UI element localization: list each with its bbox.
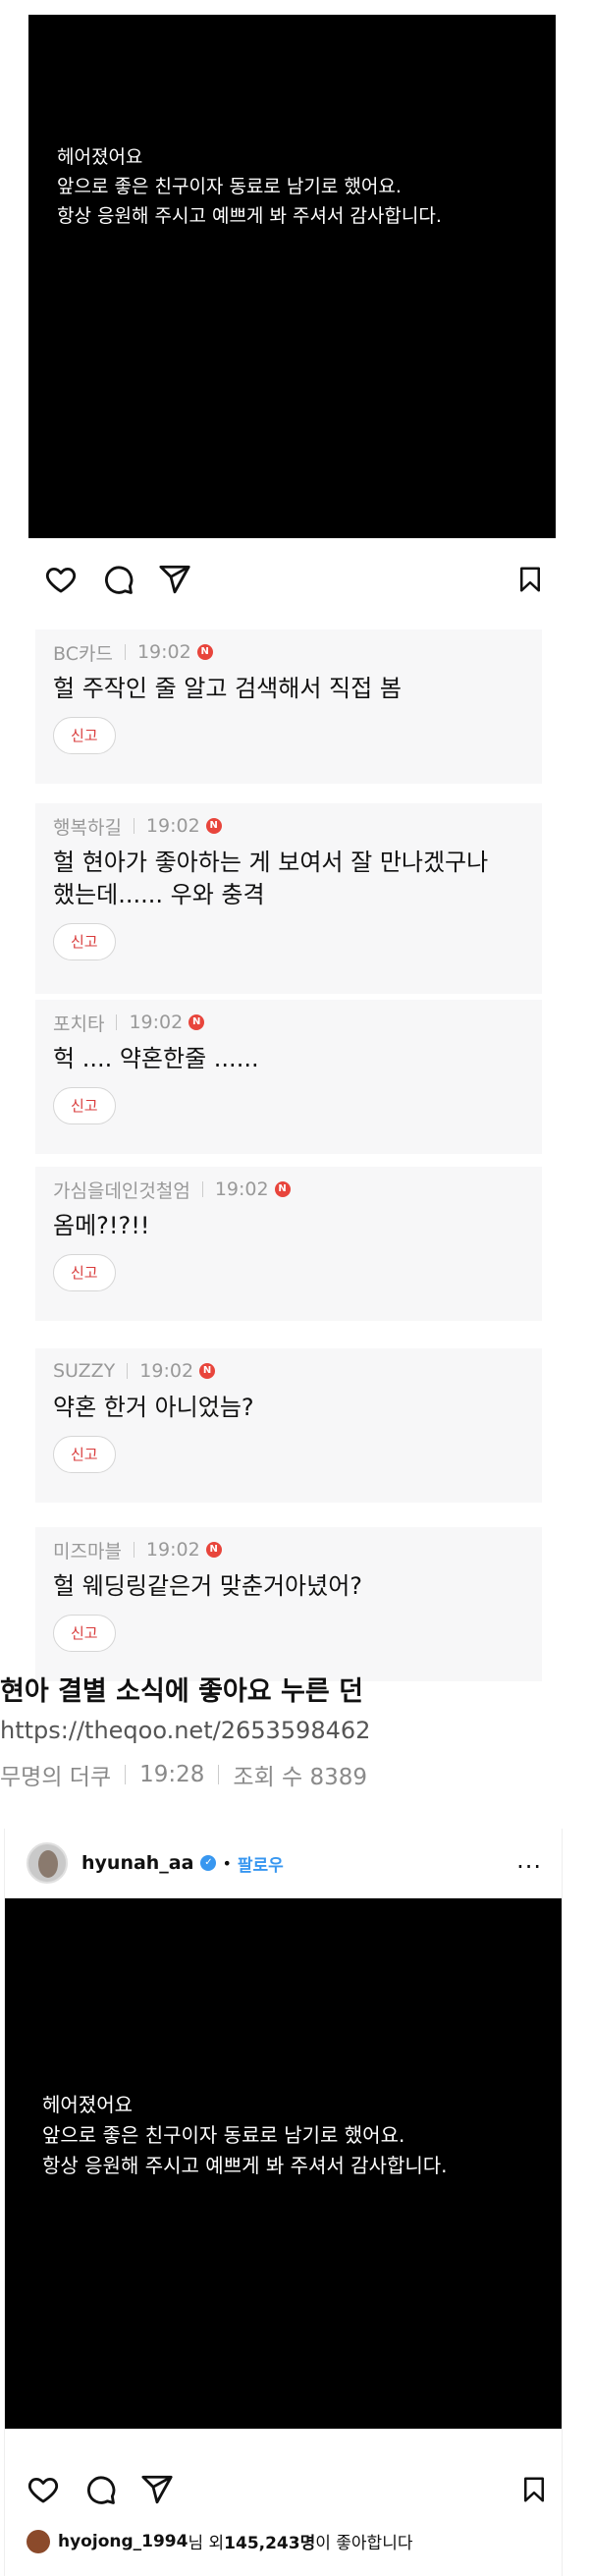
comment-text: 헐 현아가 좋아하는 게 보여서 잘 만나겠구나 했는데...... 우와 충격	[53, 847, 524, 911]
separator-dot: •	[222, 1853, 232, 1873]
avatar[interactable]	[27, 1842, 68, 1884]
comment-text: 헐 주작인 줄 알고 검색해서 직접 봄	[53, 675, 402, 702]
bookmark-icon[interactable]	[515, 563, 545, 596]
likes-summary[interactable]: hyojong_1994 님 외 145,243명 이 좋아합니다	[27, 2529, 412, 2553]
username[interactable]: hyunah_aa	[81, 1852, 193, 1874]
report-button[interactable]: 신고	[53, 1087, 116, 1124]
post-line-2: 앞으로 좋은 친구이자 동료로 남기로 했어요.	[42, 2123, 405, 2147]
new-badge-icon: N	[205, 1542, 222, 1558]
new-badge-icon: N	[205, 818, 222, 834]
comment-time: 19:02	[145, 815, 200, 837]
likes-tail: 이 좋아합니다	[315, 2534, 413, 2553]
heart-icon[interactable]	[44, 563, 78, 596]
article-url[interactable]: https://theqoo.net/2653598462	[0, 1717, 370, 1744]
comment-time: 19:02	[136, 641, 191, 663]
article-title[interactable]: 현아 결별 소식에 좋아요 누른 던	[0, 1670, 363, 1708]
comment-time: 19:02	[129, 1012, 184, 1033]
report-button[interactable]: 신고	[53, 1436, 116, 1473]
post-actions-embed	[27, 2473, 547, 2506]
comment-item: 행복하길 19:02 N 헐 현아가 좋아하는 게 보여서 잘 만나겠구나 했는데.…	[35, 803, 542, 994]
comment-author: SUZZY	[53, 1360, 116, 1382]
post-line-1: 헤어졌어요	[57, 146, 143, 168]
comment-time: 19:02	[214, 1178, 269, 1200]
article-time: 19:28	[139, 1762, 205, 1787]
report-button[interactable]: 신고	[53, 1254, 116, 1291]
comment-meta: 행복하길 19:02 N	[53, 813, 524, 839]
article-views: 조회 수 8389	[233, 1765, 368, 1790]
embed-header: hyunah_aa ✓ • 팔로우 ...	[5, 1829, 562, 1897]
post-actions-top	[44, 563, 545, 596]
follow-button[interactable]: 팔로우	[238, 1851, 284, 1876]
article-meta: 무명의 더쿠 19:28 조회 수 8389	[0, 1758, 367, 1791]
new-badge-icon: N	[274, 1181, 291, 1197]
comment-item: 가심을데인것철엄 19:02 N 옴메?!?!! 신고	[35, 1167, 542, 1321]
comment-item: BC카드 19:02 N 헐 주작인 줄 알고 검색해서 직접 봄 신고	[35, 630, 542, 784]
comment-icon[interactable]	[101, 563, 135, 596]
comment-text: 약혼 한거 아니었늠?	[53, 1394, 254, 1421]
comment-meta: SUZZY 19:02 N	[53, 1358, 524, 1384]
new-badge-icon: N	[196, 644, 213, 660]
comment-meta: 포치타 19:02 N	[53, 1010, 524, 1035]
comment-author: 미즈마블	[53, 1540, 122, 1562]
report-button[interactable]: 신고	[53, 1615, 116, 1652]
comment-author: BC카드	[53, 642, 113, 665]
comment-text-line-1: 헐 현아가 좋아하는 게 보여서 잘 만나겠구나	[53, 849, 489, 876]
verified-icon: ✓	[200, 1855, 217, 1871]
comment-text: 옴메?!?!!	[53, 1212, 150, 1239]
comment-text: 헉 .... 약혼한줄 ......	[53, 1045, 259, 1072]
report-button[interactable]: 신고	[53, 717, 116, 754]
bookmark-icon[interactable]	[519, 2473, 549, 2506]
comment-item: 미즈마블 19:02 N 헐 웨딩링같은거 맞춘거아녔어? 신고	[35, 1527, 542, 1681]
new-badge-icon: N	[199, 1363, 216, 1379]
article-author: 무명의 더쿠	[0, 1765, 112, 1790]
share-icon[interactable]	[158, 563, 191, 596]
post-line-3: 항상 응원해 주시고 예쁘게 봐 주셔서 감사합니다.	[42, 2154, 448, 2177]
post-image-embed: 헤어졌어요 앞으로 좋은 친구이자 동료로 남기로 했어요. 항상 응원해 주시…	[5, 1898, 562, 2429]
comment-author: 포치타	[53, 1013, 105, 1035]
post-line-2: 앞으로 좋은 친구이자 동료로 남기로 했어요.	[57, 176, 402, 197]
heart-icon[interactable]	[27, 2473, 60, 2506]
post-image-top: 헤어졌어요 앞으로 좋은 친구이자 동료로 남기로 했어요. 항상 응원해 주시…	[28, 15, 556, 538]
post-caption-text: 헤어졌어요 앞으로 좋은 친구이자 동료로 남기로 했어요. 항상 응원해 주시…	[28, 15, 556, 538]
post-line-3: 항상 응원해 주시고 예쁘게 봐 주셔서 감사합니다.	[57, 205, 442, 227]
comment-icon[interactable]	[83, 2473, 117, 2506]
likes-mid: 님 외	[188, 2534, 225, 2553]
new-badge-icon: N	[188, 1014, 205, 1030]
report-button[interactable]: 신고	[53, 923, 116, 960]
comment-author: 행복하길	[53, 816, 122, 839]
comment-author: 가심을데인것철엄	[53, 1179, 190, 1202]
comment-meta: BC카드 19:02 N	[53, 639, 524, 665]
post-caption-text: 헤어졌어요 앞으로 좋은 친구이자 동료로 남기로 했어요. 항상 응원해 주시…	[5, 1898, 562, 2429]
liker-username[interactable]: hyojong_1994	[58, 2532, 188, 2551]
more-options-icon[interactable]: ...	[516, 1846, 542, 1874]
likes-count[interactable]: 145,243명	[224, 2529, 315, 2553]
comment-item: 포치타 19:02 N 헉 .... 약혼한줄 ...... 신고	[35, 1000, 542, 1154]
comment-meta: 미즈마블 19:02 N	[53, 1537, 524, 1562]
instagram-embed: hyunah_aa ✓ • 팔로우 ... 헤어졌어요 앞으로 좋은 친구이자 …	[4, 1829, 563, 2576]
comment-text: 헐 웨딩링같은거 맞춘거아녔어?	[53, 1572, 363, 1600]
comment-meta: 가심을데인것철엄 19:02 N	[53, 1177, 524, 1202]
liker-avatar	[27, 2529, 50, 2553]
comment-time: 19:02	[139, 1360, 194, 1382]
comment-item: SUZZY 19:02 N 약혼 한거 아니었늠? 신고	[35, 1348, 542, 1503]
comment-text-line-2: 했는데...... 우와 충격	[53, 881, 265, 908]
comment-time: 19:02	[145, 1539, 200, 1561]
share-icon[interactable]	[140, 2473, 174, 2506]
post-line-1: 헤어졌어요	[42, 2093, 133, 2116]
